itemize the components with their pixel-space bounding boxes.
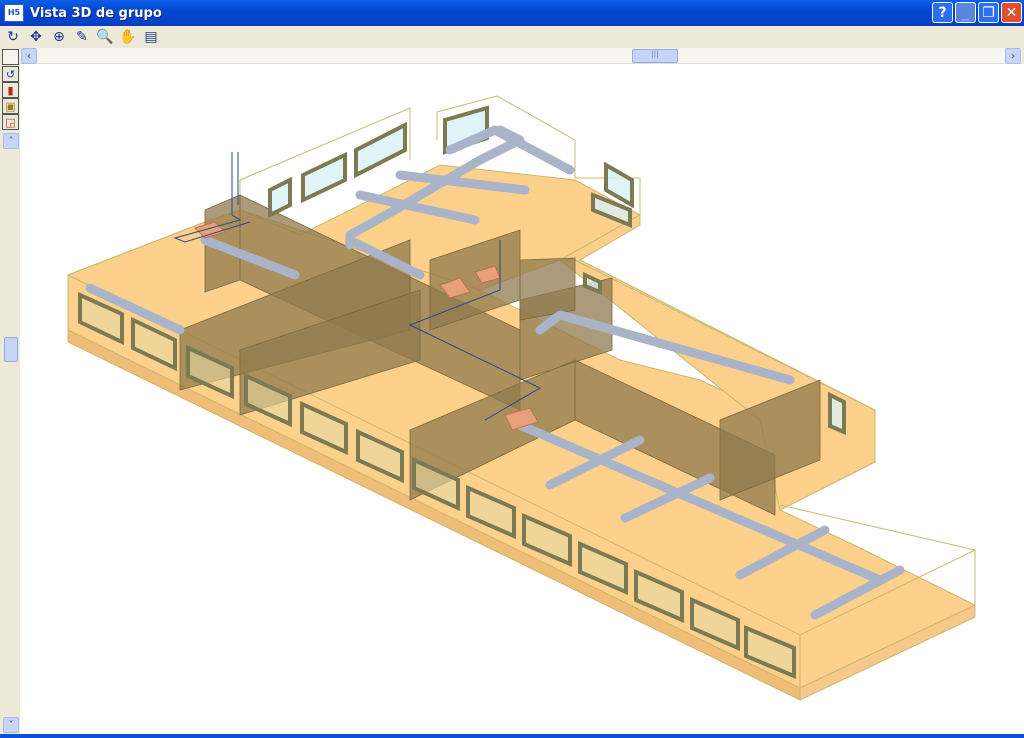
pan-hand-icon[interactable]: ✋ [119,28,137,46]
window-bottom-border [0,734,1024,738]
zoom-window-icon[interactable]: 🔍 [96,28,114,46]
window [354,121,407,179]
scroll-down-button[interactable]: ˅ [3,717,19,733]
box-arrow-icon[interactable]: ◲ [2,114,19,130]
restore-button[interactable]: ❐ [978,2,999,23]
scroll-left-button[interactable]: ‹ [21,48,37,64]
window [828,391,846,436]
zoom-x2-icon[interactable]: ⊕ [50,28,68,46]
left-toolbar: ↺ ▮ ▣ ◲ ˄ ˅ [0,48,20,738]
zoom-extents-icon[interactable]: ✥ [27,28,45,46]
rotate-view-icon[interactable]: ↻ [4,28,22,46]
vertical-scroll-thumb[interactable] [4,337,18,362]
pencil-icon[interactable]: ✎ [73,28,91,46]
close-button[interactable]: ✕ [1001,2,1022,23]
building-3d-model [67,95,977,701]
blank-tool-button[interactable] [2,49,19,65]
window-title: Vista 3D de grupo [30,5,162,21]
undo-rotate-icon[interactable]: ↺ [2,66,19,82]
scroll-up-button[interactable]: ˄ [3,133,19,149]
partition-wall [519,257,576,321]
horizontal-scroll-thumb[interactable]: ||| [632,49,678,63]
solid-box-icon[interactable]: ▣ [2,98,19,114]
app-icon: H5 [4,4,24,22]
3d-view-canvas[interactable] [20,64,1024,734]
minimize-button[interactable]: _ [955,2,976,23]
bars-icon[interactable]: ▮ [2,82,19,98]
scroll-right-button[interactable]: › [1005,48,1021,64]
window [301,151,347,204]
title-bar: H5 Vista 3D de grupo ? _ ❐ ✕ [0,0,1024,26]
horizontal-scrollbar[interactable]: ‹ ||| › [20,48,1022,64]
help-button[interactable]: ? [932,2,953,23]
view-toolbar: ↻ ✥ ⊕ ✎ 🔍 ✋ ▤ [0,26,1024,48]
print-preview-icon[interactable]: ▤ [142,28,160,46]
window [268,176,292,219]
